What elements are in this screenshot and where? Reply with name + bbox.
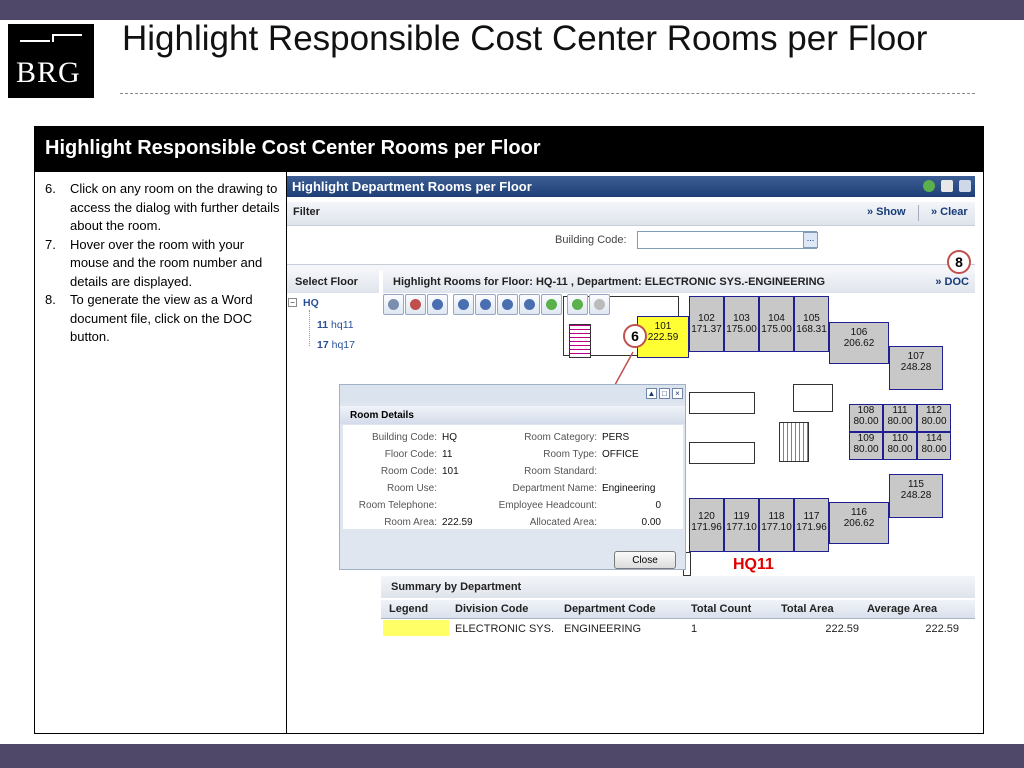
- add-icon[interactable]: [923, 180, 935, 192]
- summary-columns: Legend Division Code Department Code Tot…: [381, 600, 975, 619]
- cell-count: 1: [691, 623, 698, 635]
- col-total-area[interactable]: Total Area: [781, 603, 834, 615]
- app-title-bar: Highlight Department Rooms per Floor: [287, 176, 975, 197]
- field-value: 101: [442, 466, 459, 477]
- collapse-icon[interactable]: −: [288, 298, 297, 307]
- tree-line: [309, 310, 310, 346]
- drawing-header: Highlight Rooms for Floor: HQ-11 , Depar…: [383, 271, 975, 293]
- email-icon[interactable]: [959, 180, 971, 192]
- pan-icon[interactable]: [567, 294, 588, 315]
- building-code-select-button[interactable]: ...: [803, 232, 818, 248]
- top-banner: [0, 0, 1024, 20]
- field-label: Building Code:: [371, 432, 437, 443]
- drawing-toolbar: [383, 294, 623, 318]
- callout-6: 6: [623, 324, 647, 348]
- col-average-area[interactable]: Average Area: [867, 603, 937, 615]
- panel-splitter[interactable]: [287, 264, 975, 271]
- clear-button[interactable]: » Clear: [931, 206, 968, 218]
- zoom-in-icon[interactable]: [453, 294, 474, 315]
- close-icon[interactable]: ×: [672, 388, 683, 399]
- col-total-count[interactable]: Total Count: [691, 603, 751, 615]
- instruction-step: 6. Click on any room on the drawing to ac…: [45, 181, 280, 233]
- layers-icon[interactable]: [541, 294, 562, 315]
- col-legend[interactable]: Legend: [389, 603, 428, 615]
- table-row[interactable]: ELECTRONIC SYS. ENGINEERING 1 222.59 222…: [381, 620, 975, 638]
- building-code-input[interactable]: [637, 231, 817, 249]
- tree-node-floor[interactable]: 17 hq17: [317, 339, 355, 351]
- field-value: Engineering: [602, 483, 656, 494]
- zoom-extents-icon[interactable]: [497, 294, 518, 315]
- app-title: Highlight Department Rooms per Floor: [292, 179, 532, 194]
- tree-node-hq[interactable]: HQ: [303, 297, 319, 309]
- maximize-icon[interactable]: □: [659, 388, 670, 399]
- zoom-selected-icon[interactable]: [519, 294, 540, 315]
- tree-node-floor[interactable]: 11 hq11: [317, 319, 354, 331]
- field-label: Allocated Area:: [529, 517, 597, 528]
- field-label: Room Area:: [384, 517, 437, 528]
- filter-bar: Filter » Show » Clear: [287, 202, 975, 226]
- field-label: Floor Code:: [384, 449, 437, 460]
- field-value: 0.00: [641, 517, 661, 528]
- logo-text: BRG: [16, 56, 81, 89]
- field-label: Room Use:: [386, 483, 437, 494]
- cell-department: ENGINEERING: [564, 623, 642, 635]
- field-label: Room Category:: [524, 432, 597, 443]
- summary-panel: Summary by Department Legend Division Co…: [381, 576, 975, 658]
- field-label: Employee Headcount:: [498, 500, 597, 511]
- summary-title: Summary by Department: [381, 576, 975, 598]
- col-department-code[interactable]: Department Code: [564, 603, 656, 615]
- instruction-step: 7. Hover over the room with your mouse an…: [45, 236, 263, 289]
- field-value: HQ: [442, 432, 457, 443]
- field-value: 0: [655, 500, 661, 511]
- building-code-row: Building Code: ...: [287, 227, 975, 257]
- instruction-list: 6. Click on any room on the drawing to ac…: [45, 180, 285, 347]
- slide-title: Highlight Responsible Cost Center Rooms …: [122, 19, 928, 58]
- instruction-step: 8. To generate the view as a Word documen…: [45, 292, 253, 344]
- collapse-icon[interactable]: ▲: [646, 388, 657, 399]
- dialog-body: Building Code: HQ Floor Code: 11 Room Co…: [343, 425, 683, 529]
- filter-label: Filter: [293, 206, 320, 218]
- building-code-label: Building Code:: [555, 234, 627, 246]
- zoom-window-icon[interactable]: [427, 294, 448, 315]
- col-division-code[interactable]: Division Code: [455, 603, 528, 615]
- select-window-icon[interactable]: [405, 294, 426, 315]
- close-button[interactable]: Close: [614, 551, 676, 569]
- table-header: Highlight Responsible Cost Center Rooms …: [35, 127, 983, 172]
- field-label: Room Code:: [380, 466, 437, 477]
- title-divider: [120, 93, 975, 94]
- dialog-titlebar[interactable]: ▲ □ ×: [340, 385, 685, 403]
- field-value: 222.59: [442, 517, 473, 528]
- print-icon[interactable]: [941, 180, 953, 192]
- field-value: PERS: [602, 432, 630, 443]
- field-label: Room Telephone:: [358, 500, 437, 511]
- show-button[interactable]: » Show: [867, 206, 906, 218]
- cell-division: ELECTRONIC SYS.: [455, 623, 555, 635]
- dialog-title: Room Details: [340, 406, 685, 424]
- field-value: 11: [442, 449, 453, 460]
- cell-average-area: 222.59: [925, 623, 959, 635]
- select-floor-header: Select Floor: [287, 271, 379, 293]
- clear-icon[interactable]: [589, 294, 610, 315]
- cell-total-area: 222.59: [825, 623, 859, 635]
- divider: [918, 205, 919, 221]
- drawing-header-text: Highlight Rooms for Floor: HQ-11 , Depar…: [393, 276, 826, 288]
- field-label: Department Name:: [512, 483, 597, 494]
- doc-button[interactable]: » DOC: [935, 276, 969, 288]
- room-details-dialog: ▲ □ × Room Details Building Code: HQ Flo…: [339, 384, 686, 570]
- field-value: OFFICE: [602, 449, 639, 460]
- bottom-banner: [0, 744, 1024, 768]
- brg-logo: BRG: [8, 24, 94, 98]
- select-icon[interactable]: [383, 294, 404, 315]
- zoom-out-icon[interactable]: [475, 294, 496, 315]
- field-label: Room Type:: [543, 449, 597, 460]
- legend-swatch: [383, 620, 449, 636]
- callout-8: 8: [947, 250, 971, 274]
- field-label: Room Standard:: [524, 466, 597, 477]
